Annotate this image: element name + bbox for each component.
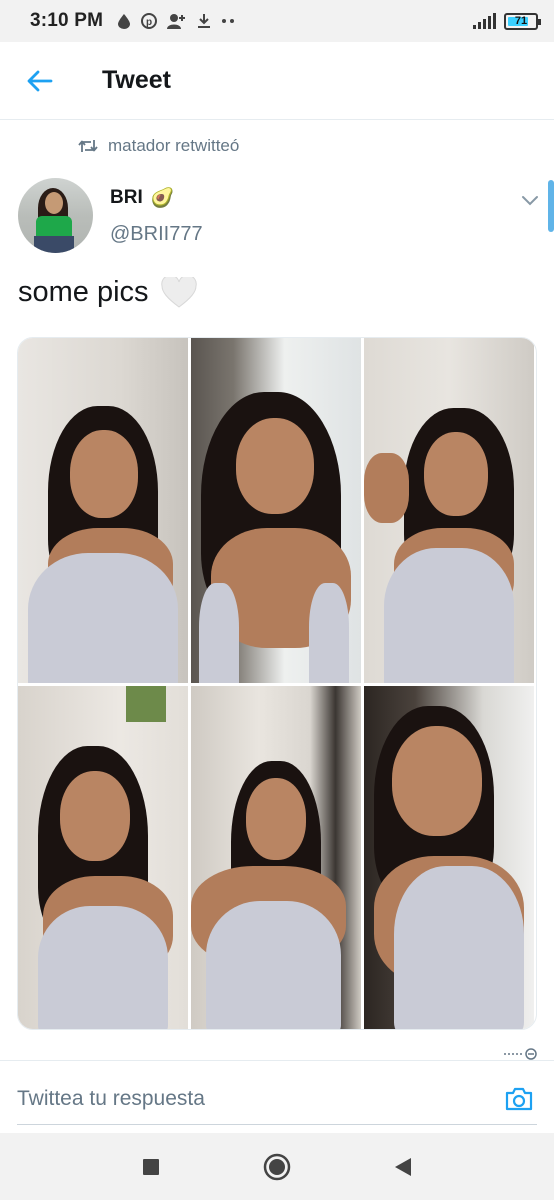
home-button[interactable] [259, 1149, 295, 1185]
arrow-left-icon [27, 70, 53, 91]
media-photo-6[interactable] [364, 686, 534, 1029]
author-handle[interactable]: @BRII777 [110, 223, 203, 246]
divider [0, 1060, 554, 1061]
media-photo-5[interactable] [191, 686, 361, 1029]
tweet-options-button[interactable] [518, 188, 542, 212]
media-grid[interactable] [17, 337, 537, 1030]
chevron-down-icon [522, 196, 538, 206]
add-user-icon [167, 14, 186, 29]
media-photo-4[interactable] [18, 686, 188, 1029]
drop-icon [118, 14, 131, 29]
camera-button[interactable] [499, 1079, 539, 1119]
triangle-left-icon [395, 1157, 411, 1176]
svg-text:p: p [146, 17, 152, 28]
scrollbar[interactable] [548, 180, 554, 232]
media-photo-3[interactable] [364, 338, 534, 683]
avocado-emoji: 🥑 [150, 188, 175, 209]
tweet-text: some pics [18, 276, 197, 309]
battery-level: 71 [514, 15, 528, 27]
retweet-indicator[interactable]: matador retwitteó [78, 136, 239, 156]
square-icon [143, 1158, 159, 1175]
white-heart-icon [160, 276, 197, 308]
signal-icon [473, 13, 496, 29]
back-button[interactable] [20, 61, 60, 101]
battery-icon: 71 [504, 12, 541, 30]
author-name[interactable]: BRI 🥑 [110, 186, 174, 210]
circle-icon [263, 1153, 291, 1180]
avatar[interactable] [18, 178, 93, 253]
tweet-header: Tweet [0, 42, 554, 120]
status-time: 3:10 PM [30, 10, 104, 31]
back-nav-button[interactable] [385, 1149, 421, 1185]
recents-button[interactable] [133, 1149, 169, 1185]
media-photo-1[interactable] [18, 338, 188, 683]
camera-icon [505, 1087, 533, 1111]
tweet-text-content: some pics [18, 276, 149, 308]
status-icons: p [117, 13, 235, 29]
retweet-text: matador retwitteó [108, 136, 240, 155]
pinterest-icon: p [141, 13, 158, 29]
status-bar: 3:10 PM p 71 [0, 0, 554, 42]
author-name-text: BRI [110, 187, 143, 208]
system-nav-bar [0, 1133, 554, 1200]
more-dots-icon [222, 19, 235, 23]
reply-input[interactable]: Twittea tu respuesta [17, 1087, 499, 1111]
media-photo-2[interactable] [191, 338, 361, 683]
download-icon [198, 14, 211, 28]
page-title: Tweet [102, 66, 171, 94]
retweet-icon [78, 140, 98, 152]
reply-bar: Twittea tu respuesta [0, 1065, 554, 1133]
reply-underline [17, 1124, 537, 1125]
